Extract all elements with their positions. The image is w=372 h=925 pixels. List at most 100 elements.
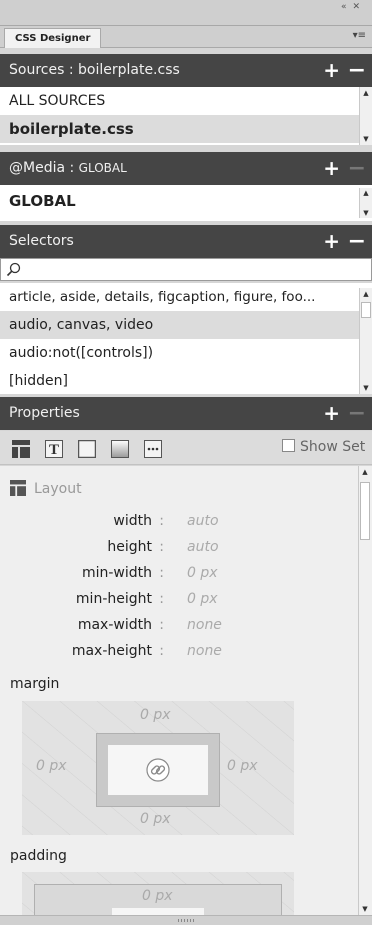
svg-text:T: T xyxy=(49,442,59,458)
properties-panel: Layout width: auto height: auto min-width:… xyxy=(0,466,358,915)
source-item-all[interactable]: ALL SOURCES xyxy=(0,87,372,115)
scroll-thumb[interactable] xyxy=(361,302,371,318)
selectors-header: Selectors + − xyxy=(0,225,372,258)
margin-inner-box xyxy=(96,733,220,807)
window-controls[interactable]: «✕ xyxy=(341,2,366,12)
margin-right-value[interactable]: 0 px xyxy=(227,758,258,774)
show-set-checkbox[interactable]: Show Set xyxy=(282,439,365,455)
scroll-down-icon[interactable]: ▼ xyxy=(360,208,372,218)
selectors-scrollbar[interactable]: ▲ ▼ xyxy=(359,288,372,394)
prop-name: max-width xyxy=(77,617,152,633)
background-icon[interactable] xyxy=(111,440,129,458)
border-icon[interactable] xyxy=(78,440,96,458)
padding-content-box xyxy=(112,908,204,915)
scroll-up-icon[interactable]: ▲ xyxy=(359,466,371,478)
margin-top-value[interactable]: 0 px xyxy=(140,707,171,723)
layout-icon xyxy=(10,480,26,496)
layout-section-label: Layout xyxy=(34,481,82,497)
prop-value[interactable]: none xyxy=(187,640,267,662)
link-icon[interactable] xyxy=(146,758,170,782)
scroll-up-icon[interactable]: ▲ xyxy=(360,288,372,300)
padding-box: 0 px xyxy=(22,872,294,915)
padding-top-value[interactable]: 0 px xyxy=(142,888,173,904)
prop-colon: : xyxy=(159,539,164,555)
close-icon[interactable]: ✕ xyxy=(352,2,366,12)
selectors-header-title: Selectors xyxy=(9,233,74,249)
media-header: @Media : GLOBAL + − xyxy=(0,152,372,185)
text-icon[interactable]: T xyxy=(45,440,63,458)
prop-colon: : xyxy=(159,617,164,633)
prop-row-height[interactable]: height: auto xyxy=(0,536,218,558)
sources-header-prefix: Sources : xyxy=(9,62,78,78)
prop-name: width xyxy=(113,513,152,529)
media-item-global[interactable]: GLOBAL xyxy=(0,185,372,217)
resize-bar[interactable] xyxy=(0,915,372,925)
remove-source-button[interactable]: − xyxy=(348,54,366,87)
media-header-prefix: @Media : xyxy=(9,160,79,176)
panel-menu-icon[interactable]: ▾≡ xyxy=(353,30,366,41)
sources-list: ALL SOURCES boilerplate.css ▲ ▼ xyxy=(0,87,372,145)
prop-value[interactable]: 0 px xyxy=(187,588,267,610)
properties-header: Properties + − xyxy=(0,397,372,430)
checkbox-icon[interactable] xyxy=(282,439,295,452)
sources-scrollbar[interactable]: ▲ ▼ xyxy=(359,87,372,145)
sources-header: Sources : boilerplate.css + − xyxy=(0,54,372,87)
prop-row-width[interactable]: width: auto xyxy=(0,510,218,532)
properties-toolbar: T Show Set xyxy=(0,431,372,465)
media-scrollbar[interactable]: ▲ ▼ xyxy=(359,188,372,218)
prop-name: min-width xyxy=(81,565,152,581)
prop-value[interactable]: auto xyxy=(187,510,267,532)
source-item-boilerplate[interactable]: boilerplate.css xyxy=(0,115,372,143)
media-list: GLOBAL ▲ ▼ xyxy=(0,185,372,221)
scroll-up-icon[interactable]: ▲ xyxy=(360,87,372,99)
properties-header-title: Properties xyxy=(9,405,80,421)
scroll-down-icon[interactable]: ▼ xyxy=(360,382,372,394)
selector-item[interactable]: article, aside, details, figcaption, fig… xyxy=(0,283,372,311)
remove-media-button[interactable]: − xyxy=(348,152,366,185)
tab-css-designer[interactable]: CSS Designer xyxy=(4,28,102,48)
selector-item[interactable]: audio:not([controls]) xyxy=(0,339,372,367)
scroll-up-icon[interactable]: ▲ xyxy=(360,188,372,198)
prop-colon: : xyxy=(159,643,164,659)
media-header-scope: GLOBAL xyxy=(78,161,127,175)
prop-colon: : xyxy=(159,591,164,607)
scroll-thumb[interactable] xyxy=(360,482,370,540)
layout-section-title: Layout xyxy=(10,480,82,497)
margin-label: margin xyxy=(10,676,60,692)
add-property-button[interactable]: + xyxy=(323,397,340,430)
margin-bottom-value[interactable]: 0 px xyxy=(140,811,171,827)
add-source-button[interactable]: + xyxy=(323,54,340,87)
selector-item[interactable]: [hidden] xyxy=(0,367,372,395)
remove-property-button[interactable]: − xyxy=(348,397,366,430)
margin-left-value[interactable]: 0 px xyxy=(36,758,67,774)
prop-colon: : xyxy=(159,565,164,581)
scroll-down-icon[interactable]: ▼ xyxy=(359,903,371,915)
padding-label: padding xyxy=(10,848,67,864)
prop-value[interactable]: none xyxy=(187,614,267,636)
double-chevron-left-icon[interactable]: « xyxy=(341,2,353,12)
selector-item[interactable]: audio, canvas, video xyxy=(0,311,372,339)
scroll-down-icon[interactable]: ▼ xyxy=(360,133,372,145)
prop-row-min-width[interactable]: min-width:0 px xyxy=(0,562,218,584)
search-icon xyxy=(6,262,21,277)
selector-search-input[interactable] xyxy=(0,258,372,281)
prop-colon: : xyxy=(159,513,164,529)
remove-selector-button[interactable]: − xyxy=(348,225,366,258)
prop-row-min-height[interactable]: min-height:0 px xyxy=(0,588,218,610)
prop-name: max-height xyxy=(71,643,152,659)
prop-name: min-height xyxy=(75,591,152,607)
prop-value[interactable]: auto xyxy=(187,536,267,558)
margin-box: 0 px 0 px 0 px 0 px xyxy=(22,701,294,835)
properties-scrollbar[interactable]: ▲ ▼ xyxy=(358,466,372,915)
prop-row-max-width[interactable]: max-width: none xyxy=(0,614,222,636)
prop-value[interactable]: 0 px xyxy=(187,562,267,584)
content-box xyxy=(108,745,208,795)
resize-grip-icon[interactable] xyxy=(178,919,196,922)
add-media-button[interactable]: + xyxy=(323,152,340,185)
add-selector-button[interactable]: + xyxy=(323,225,340,258)
more-icon[interactable] xyxy=(144,440,162,458)
layout-icon[interactable] xyxy=(12,440,30,458)
prop-row-max-height[interactable]: max-height: none xyxy=(0,640,222,662)
prop-name: height xyxy=(107,539,152,555)
panel-title-strip: «✕ xyxy=(0,0,372,26)
